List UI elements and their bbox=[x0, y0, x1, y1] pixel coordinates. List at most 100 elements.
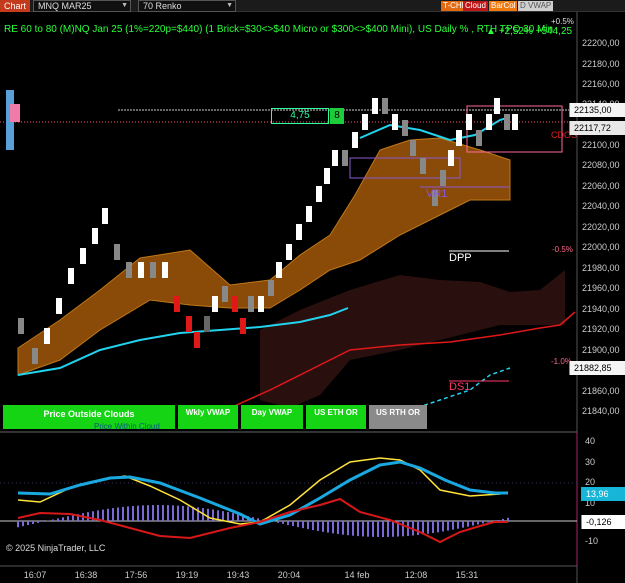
renko-brick bbox=[32, 348, 38, 364]
position-count: 8 bbox=[330, 108, 344, 124]
chevron-down-icon: ▼ bbox=[121, 2, 128, 9]
barcol-button[interactable]: BarCol bbox=[489, 1, 518, 11]
renko-brick bbox=[248, 296, 254, 312]
renko-brick bbox=[342, 150, 348, 166]
price-tick: 21940,00 bbox=[582, 304, 620, 314]
oscillator-slow-line bbox=[17, 460, 508, 526]
renko-brick bbox=[162, 262, 168, 278]
indicator-tick: 40 bbox=[585, 436, 596, 446]
wkly-vwap-button[interactable]: Wkly VWAP bbox=[178, 405, 238, 429]
price-tick: 21920,00 bbox=[582, 324, 620, 334]
renko-brick bbox=[440, 170, 446, 186]
renko-brick bbox=[504, 114, 510, 130]
renko-brick bbox=[92, 228, 98, 244]
price-tick: 22160,00 bbox=[582, 79, 620, 89]
renko-brick bbox=[362, 114, 368, 130]
time-tick: 20:04 bbox=[277, 570, 301, 580]
instrument-value: MNQ MAR25 bbox=[38, 1, 92, 11]
renko-brick bbox=[102, 208, 108, 224]
renko-brick bbox=[56, 298, 62, 314]
pct-plus-half: +0.5% bbox=[551, 17, 574, 26]
price-tick: 22180,00 bbox=[582, 59, 620, 69]
price-tick: 21900,00 bbox=[582, 345, 620, 355]
time-tick: 16:07 bbox=[23, 570, 47, 580]
vr1-label: VR1 bbox=[426, 188, 448, 200]
dpp-label: DPP bbox=[449, 252, 472, 264]
price-tick: 22000,00 bbox=[582, 242, 620, 252]
renko-brick bbox=[138, 262, 144, 278]
renko-brick bbox=[276, 262, 282, 278]
renko-brick bbox=[296, 224, 302, 240]
renko-brick bbox=[258, 296, 264, 312]
renko-brick bbox=[212, 296, 218, 312]
renko-brick bbox=[332, 150, 338, 166]
bar-type-selector[interactable]: 70 Renko ▼ bbox=[138, 0, 236, 12]
renko-brick bbox=[174, 296, 180, 312]
day-vwap-button[interactable]: Day VWAP bbox=[241, 405, 303, 429]
time-tick: 19:19 bbox=[175, 570, 199, 580]
price-tick: 22040,00 bbox=[582, 201, 620, 211]
indicator-tick: 20 bbox=[585, 477, 596, 487]
position-value: 4,75 bbox=[290, 110, 310, 121]
copyright-text: © 2025 NinjaTrader, LLC bbox=[6, 543, 106, 553]
renko-brick bbox=[126, 262, 132, 278]
renko-brick bbox=[306, 206, 312, 222]
renko-brick bbox=[194, 332, 200, 348]
renko-brick bbox=[324, 168, 330, 184]
indicator-value-b: -0,126 bbox=[581, 515, 625, 529]
chart-tab[interactable]: Chart bbox=[0, 0, 31, 12]
up-arrow-icon: ▲ bbox=[486, 26, 499, 37]
pct-minus-half: -0.5% bbox=[552, 245, 573, 254]
last-price-label: 22135,00 bbox=[569, 103, 625, 117]
dpp-price-label: 21882,85 bbox=[569, 361, 625, 375]
renko-brick bbox=[80, 248, 86, 264]
dvwap-button[interactable]: D VWAP bbox=[518, 1, 554, 11]
renko-brick bbox=[382, 98, 388, 114]
time-tick: 15:31 bbox=[455, 570, 479, 580]
instrument-selector[interactable]: MNQ MAR25 ▼ bbox=[33, 0, 131, 12]
renko-brick bbox=[240, 318, 246, 334]
renko-brick bbox=[114, 244, 120, 260]
move-readout: ▲ +2,52% +544,25 bbox=[486, 26, 572, 37]
price-tick: 21840,00 bbox=[582, 406, 620, 416]
renko-brick bbox=[186, 316, 192, 332]
price-tick: 22060,00 bbox=[582, 181, 620, 191]
renko-brick bbox=[44, 328, 50, 344]
price-chart[interactable] bbox=[0, 0, 625, 583]
faded-status-text: Price Within Cloud bbox=[94, 422, 160, 431]
price-tick: 21980,00 bbox=[582, 263, 620, 273]
renko-brick bbox=[476, 130, 482, 146]
renko-brick bbox=[494, 98, 500, 114]
renko-brick bbox=[402, 120, 408, 136]
renko-brick bbox=[466, 114, 472, 130]
oscillator-fast-line bbox=[17, 457, 509, 525]
renko-brick bbox=[456, 130, 462, 146]
chevron-down-icon: ▼ bbox=[226, 2, 233, 9]
time-tick: 16:38 bbox=[74, 570, 98, 580]
move-value: +2,52% +544,25 bbox=[498, 26, 573, 37]
price-tick: 21960,00 bbox=[582, 283, 620, 293]
indicator-tick: -10 bbox=[585, 536, 599, 546]
price-tick: 22080,00 bbox=[582, 160, 620, 170]
cloud-button[interactable]: Cloud bbox=[463, 1, 488, 11]
renko-brick bbox=[222, 286, 228, 302]
renko-brick bbox=[150, 262, 156, 278]
renko-brick bbox=[512, 114, 518, 130]
price-tick: 22020,00 bbox=[582, 222, 620, 232]
us-rth-or-button[interactable]: US RTH OR bbox=[369, 405, 427, 429]
renko-brick bbox=[204, 316, 210, 332]
position-box: 4,75 bbox=[271, 108, 329, 124]
renko-brick bbox=[352, 132, 358, 148]
renko-brick bbox=[18, 318, 24, 334]
renko-brick bbox=[448, 150, 454, 166]
chart-window: { "toolbar": { "chart_tab": "Chart", "in… bbox=[0, 0, 625, 583]
renko-brick bbox=[68, 268, 74, 284]
renko-brick bbox=[372, 98, 378, 114]
time-tick: 12:08 bbox=[404, 570, 428, 580]
bar-type-value: 70 Renko bbox=[143, 1, 182, 11]
price-tick: 21860,00 bbox=[582, 386, 620, 396]
time-tick: 19:43 bbox=[226, 570, 250, 580]
us-eth-or-button[interactable]: US ETH OR bbox=[306, 405, 366, 429]
time-tick: 17:56 bbox=[124, 570, 148, 580]
price-tick: 22100,00 bbox=[582, 140, 620, 150]
